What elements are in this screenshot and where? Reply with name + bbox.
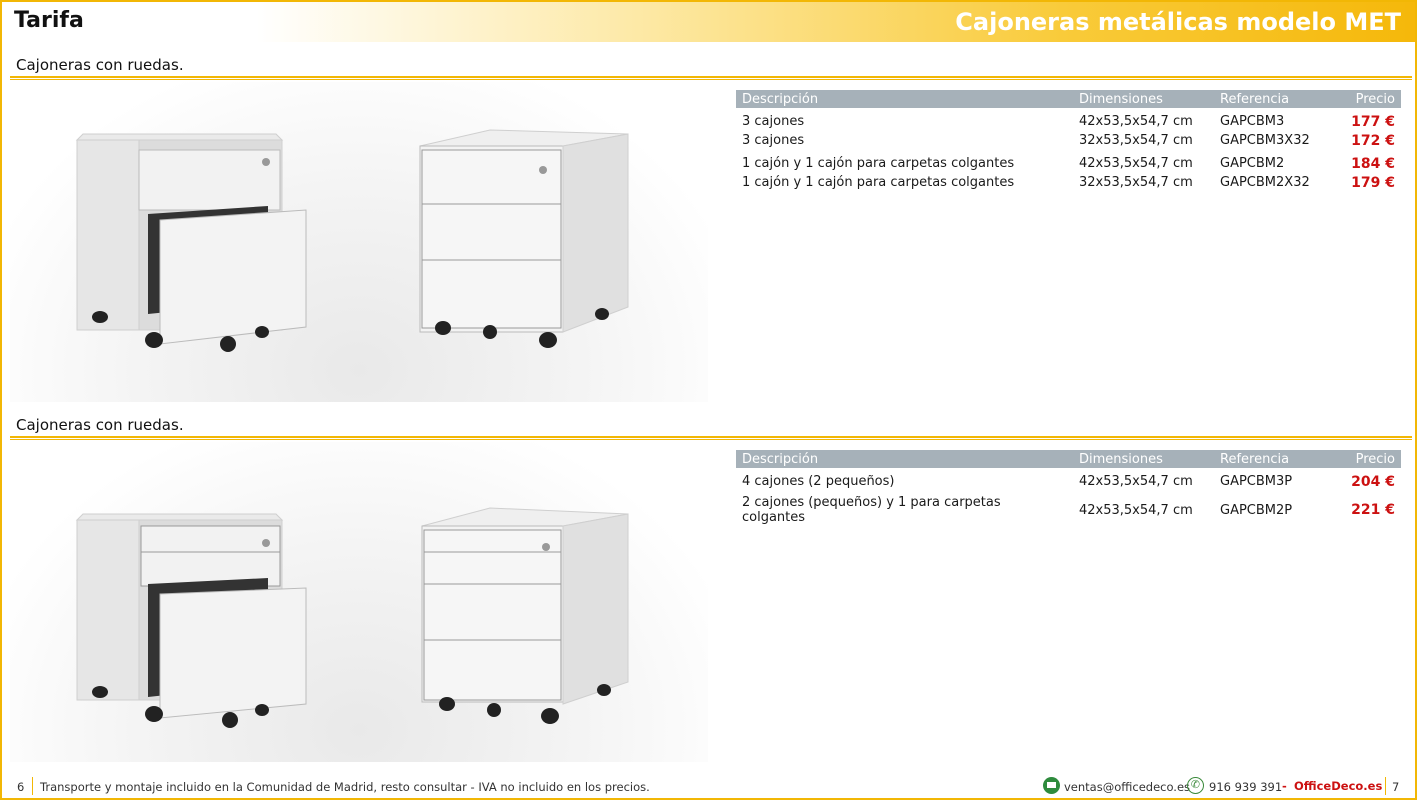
section-rule-2 <box>10 436 1412 440</box>
table-header-row: Descripción Dimensiones Referencia Preci… <box>736 450 1401 468</box>
cell-descripcion: 1 cajón y 1 cajón para carpetas colgante… <box>742 175 1015 190</box>
cell-dimensiones: 42x53,5x54,7 cm <box>1079 114 1193 129</box>
cell-precio: 177 € <box>1351 113 1395 130</box>
cell-descripcion: 3 cajones <box>742 133 805 148</box>
table-header-row: Descripción Dimensiones Referencia Preci… <box>736 90 1401 108</box>
footer-note: Transporte y montaje incluido en la Comu… <box>40 780 650 794</box>
cell-precio: 184 € <box>1351 155 1395 172</box>
header-left-title: Tarifa <box>14 8 84 33</box>
cabinet-illustration-2 <box>75 507 629 728</box>
header-right-title: Cajoneras metálicas modelo MET <box>955 8 1401 36</box>
col-header-dimensiones: Dimensiones <box>1073 450 1214 468</box>
header-bar: Tarifa Cajoneras metálicas modelo MET <box>2 2 1415 42</box>
cell-referencia: GAPCBM2 <box>1220 156 1285 171</box>
cabinet-illustration-1 <box>75 129 629 352</box>
cell-dimensiones: 32x53,5x54,7 cm <box>1079 133 1193 148</box>
cell-precio: 179 € <box>1351 174 1395 191</box>
page-number-left: 6 <box>17 780 25 794</box>
cabinet-open-drawer <box>75 133 307 352</box>
table-row: 1 cajón y 1 cajón para carpetas colgante… <box>736 173 1401 192</box>
footer: 6 Transporte y montaje incluido en la Co… <box>0 774 1417 798</box>
cell-precio: 204 € <box>1351 473 1395 490</box>
col-header-referencia: Referencia <box>1214 450 1321 468</box>
col-header-descripcion: Descripción <box>736 90 1073 108</box>
cell-referencia: GAPCBM2X32 <box>1220 175 1310 190</box>
cell-referencia: GAPCBM3X32 <box>1220 133 1310 148</box>
footer-separator <box>1385 777 1386 795</box>
section-title-2: Cajoneras con ruedas. <box>16 416 184 434</box>
phone-icon: ✆ <box>1187 777 1204 794</box>
cell-dimensiones: 42x53,5x54,7 cm <box>1079 474 1193 489</box>
col-header-dimensiones: Dimensiones <box>1073 90 1214 108</box>
table-row: 3 cajones 42x53,5x54,7 cm GAPCBM3 177 € <box>736 112 1401 131</box>
section-rule-1 <box>10 76 1412 80</box>
cell-referencia: GAPCBM3P <box>1220 474 1293 489</box>
cell-dimensiones: 42x53,5x54,7 cm <box>1079 502 1193 518</box>
table-row: 2 cajones (pequeños) y 1 para carpetas c… <box>736 495 1401 525</box>
cell-descripcion: 3 cajones <box>742 114 805 129</box>
brand-link[interactable]: OfficeDeco.es <box>1294 779 1382 793</box>
cell-descripcion: 2 cajones (pequeños) y 1 para carpetas c… <box>742 495 1001 525</box>
cell-descripcion: 1 cajón y 1 cajón para carpetas colgante… <box>742 156 1015 171</box>
product-photo-2 <box>10 442 708 762</box>
cabinet-closed <box>419 129 629 348</box>
table-row: 4 cajones (2 pequeños) 42x53,5x54,7 cm G… <box>736 472 1401 491</box>
footer-dash: - <box>1282 779 1287 793</box>
email-link[interactable]: ventas@officedeco.es <box>1064 780 1190 794</box>
cell-precio: 221 € <box>1351 502 1395 518</box>
product-photo-1 <box>10 82 708 402</box>
footer-separator <box>32 777 33 795</box>
price-table-2: Descripción Dimensiones Referencia Preci… <box>736 450 1401 525</box>
cabinet-closed <box>421 507 629 724</box>
phone-number: 916 939 391 <box>1209 780 1283 794</box>
table-row: 1 cajón y 1 cajón para carpetas colgante… <box>736 154 1401 173</box>
col-header-descripcion: Descripción <box>736 450 1073 468</box>
cell-referencia: GAPCBM2P <box>1220 502 1293 518</box>
col-header-precio: Precio <box>1321 450 1401 468</box>
section-title-1: Cajoneras con ruedas. <box>16 56 184 74</box>
price-table-1: Descripción Dimensiones Referencia Preci… <box>736 90 1401 192</box>
cabinet-open-drawer <box>75 513 307 728</box>
col-header-precio: Precio <box>1321 90 1401 108</box>
table-row: 3 cajones 32x53,5x54,7 cm GAPCBM3X32 172… <box>736 131 1401 150</box>
cell-dimensiones: 42x53,5x54,7 cm <box>1079 156 1193 171</box>
col-header-referencia: Referencia <box>1214 90 1321 108</box>
cell-dimensiones: 32x53,5x54,7 cm <box>1079 175 1193 190</box>
email-icon <box>1043 777 1060 794</box>
cell-precio: 172 € <box>1351 132 1395 149</box>
cell-descripcion: 4 cajones (2 pequeños) <box>742 474 895 489</box>
cell-referencia: GAPCBM3 <box>1220 114 1285 129</box>
page-number-right: 7 <box>1392 780 1400 794</box>
